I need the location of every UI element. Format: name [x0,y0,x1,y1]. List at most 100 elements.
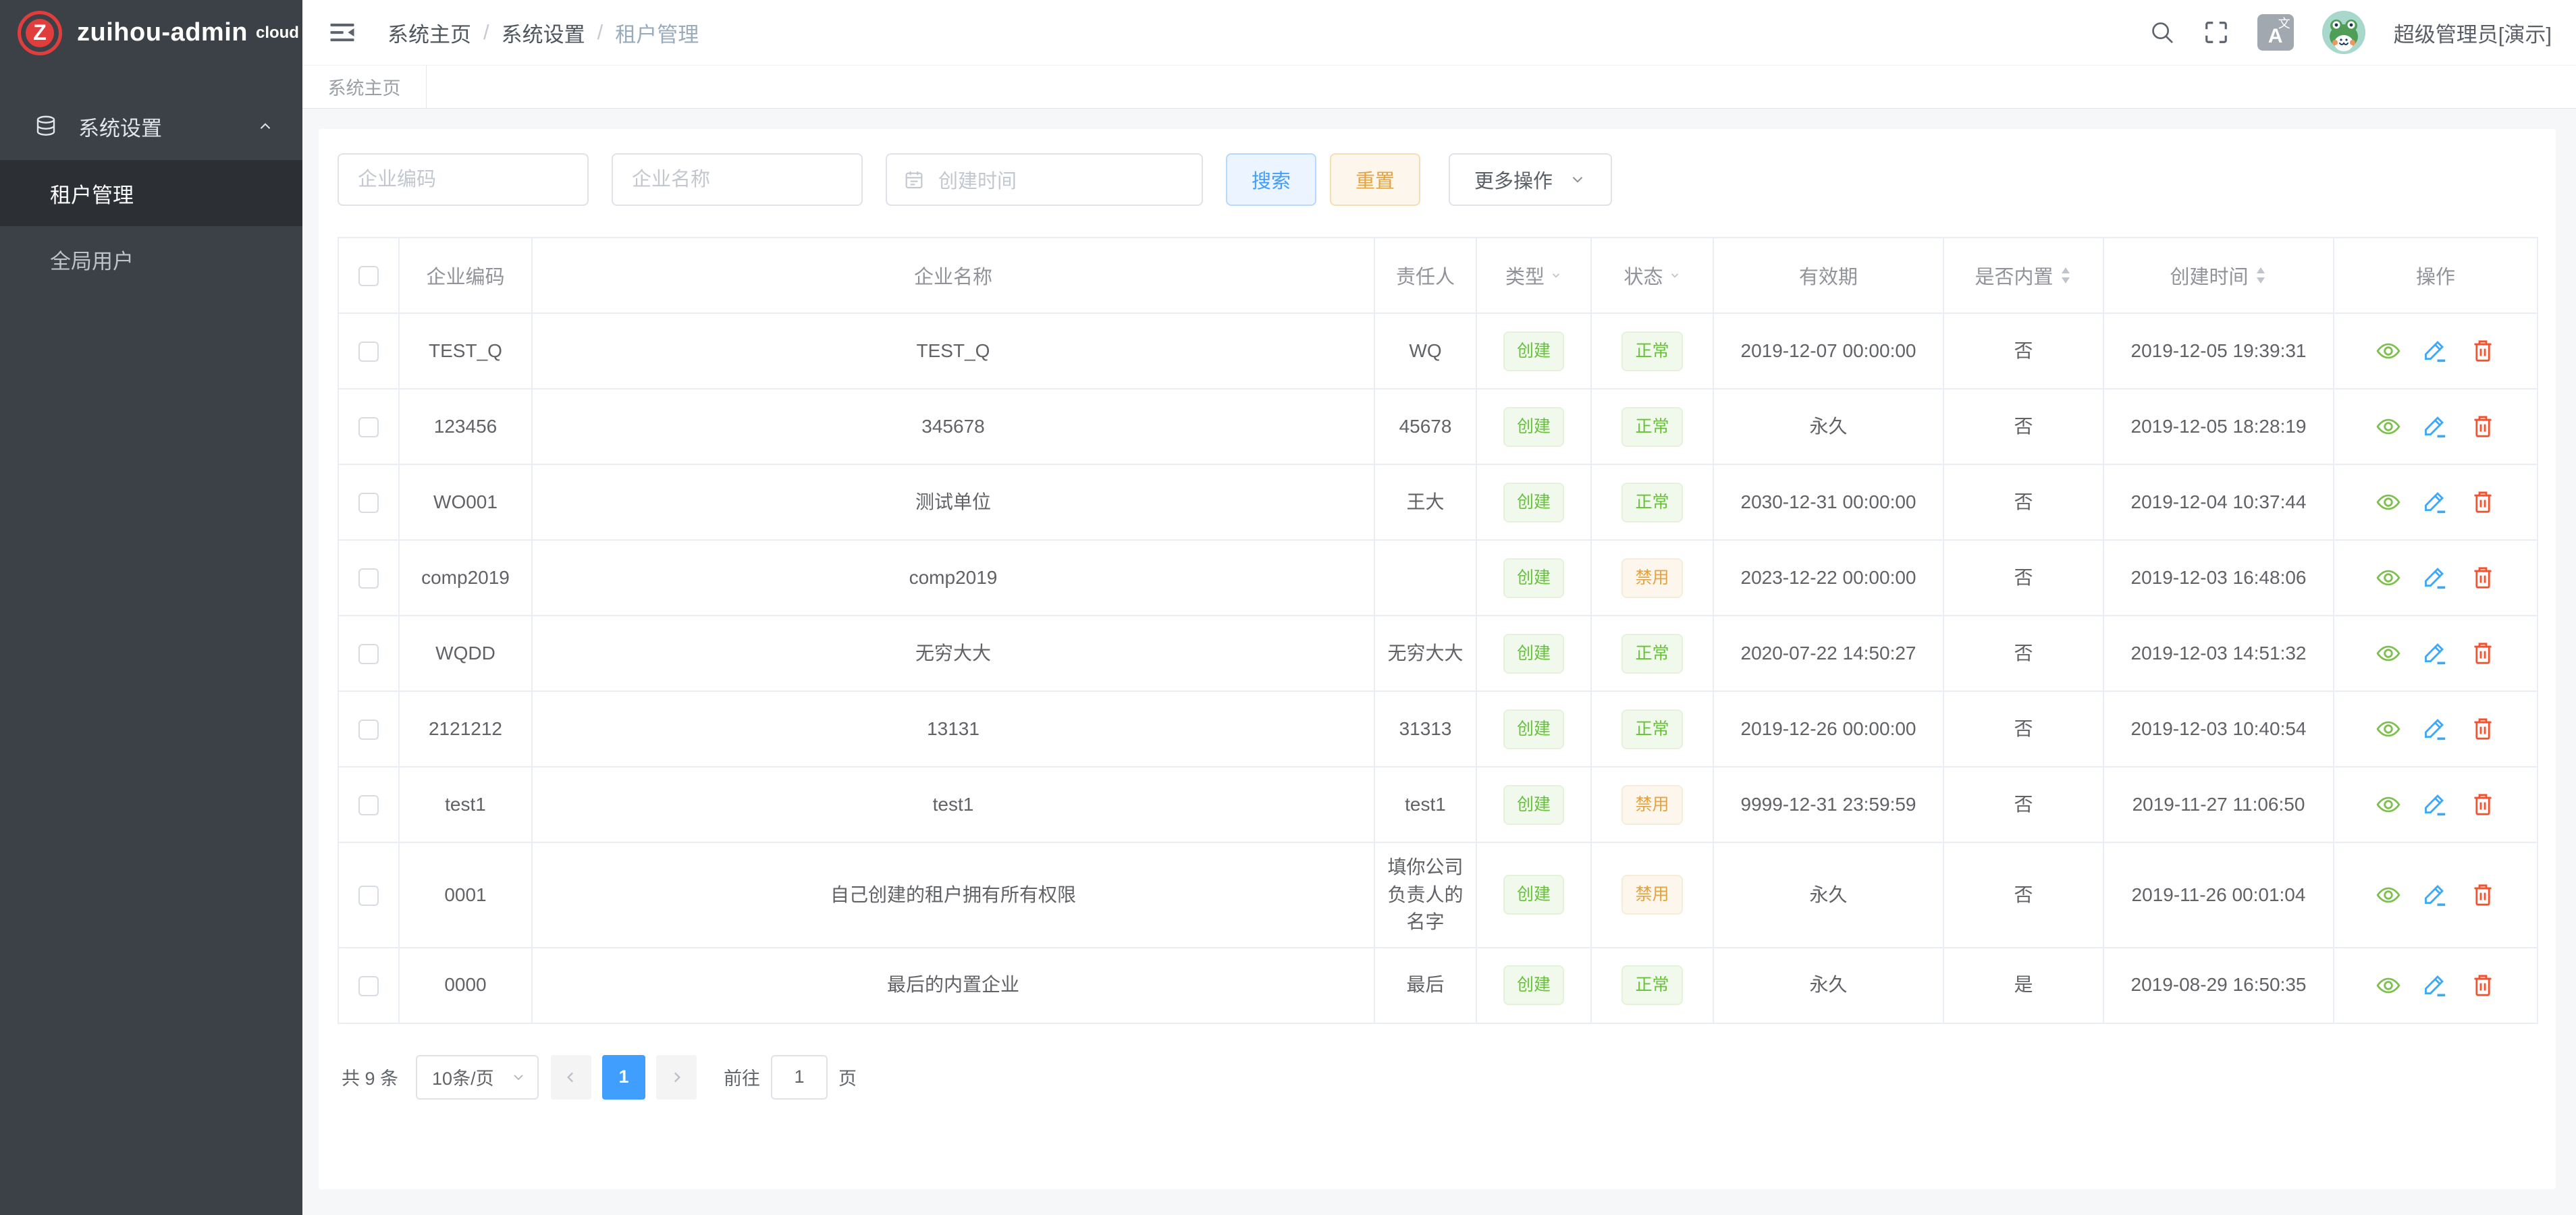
view-icon[interactable] [2375,882,2402,909]
tab-system-home[interactable]: 系统主页 [302,65,427,108]
app-logo[interactable]: Z zuihou-admin cloud [0,0,302,65]
cell-company-name: 13131 [532,691,1374,767]
more-actions-button[interactable]: 更多操作 [1449,153,1612,206]
search-icon[interactable] [2149,20,2175,45]
goto-label: 前往 [724,1064,760,1090]
tenant-table: 企业编码 企业名称 责任人 类型 状态 有效期 [338,237,2538,1024]
page-size-value: 10条/页 [432,1064,494,1090]
delete-icon[interactable] [2469,489,2496,516]
edit-icon[interactable] [2422,972,2449,999]
view-icon[interactable] [2375,489,2402,516]
row-select-cell[interactable] [338,464,399,540]
created-time-picker[interactable]: 创建时间 [886,153,1203,206]
delete-icon[interactable] [2469,716,2496,742]
row-select-cell[interactable] [338,616,399,691]
goto-page-input[interactable] [771,1055,828,1100]
view-icon[interactable] [2375,791,2402,818]
collapse-sidebar-icon[interactable] [328,18,356,47]
delete-icon[interactable] [2469,640,2496,667]
view-icon[interactable] [2375,413,2402,440]
cell-actions [2334,948,2538,1023]
delete-icon[interactable] [2469,882,2496,909]
cell-company-code: 123456 [399,389,532,464]
avatar[interactable] [2322,11,2365,54]
row-checkbox[interactable] [358,886,379,906]
edit-icon[interactable] [2422,564,2449,591]
edit-icon[interactable] [2422,716,2449,742]
row-checkbox[interactable] [358,417,379,437]
header-type[interactable]: 类型 [1476,238,1591,313]
current-user-name[interactable]: 超级管理员[演示] [2394,18,2552,48]
sidebar-group-system-settings[interactable]: 系统设置 [0,92,302,160]
cell-owner: 王大 [1374,464,1476,540]
cell-builtin: 否 [1943,464,2103,540]
row-checkbox[interactable] [358,976,379,996]
search-button[interactable]: 搜索 [1226,153,1316,206]
row-select-cell[interactable] [338,389,399,464]
edit-icon[interactable] [2422,489,2449,516]
type-badge: 创建 [1503,407,1564,447]
total-count: 共 9 条 [342,1064,398,1090]
edit-icon[interactable] [2422,882,2449,909]
delete-icon[interactable] [2469,564,2496,591]
more-actions-label: 更多操作 [1474,165,1553,194]
delete-icon[interactable] [2469,972,2496,999]
cell-created-time: 2019-12-04 10:37:44 [2103,464,2334,540]
row-checkbox[interactable] [358,644,379,664]
sidebar-item-global-users[interactable]: 全局用户 [0,226,302,292]
row-checkbox[interactable] [358,568,379,589]
cell-type: 创建 [1476,948,1591,1023]
row-select-cell[interactable] [338,691,399,767]
type-badge: 创建 [1503,785,1564,825]
row-checkbox[interactable] [358,342,379,362]
delete-icon[interactable] [2469,791,2496,818]
language-switch-icon[interactable]: A 文 [2257,14,2294,51]
reset-button[interactable]: 重置 [1330,153,1420,206]
fullscreen-icon[interactable] [2203,20,2229,45]
logo-z-icon: Z [18,11,62,55]
next-page-button[interactable] [656,1055,697,1100]
row-checkbox[interactable] [358,795,379,815]
header-created-time[interactable]: 创建时间 [2103,238,2334,313]
calendar-icon [903,169,925,190]
sidebar-item-tenant-management[interactable]: 租户管理 [0,160,302,226]
view-icon[interactable] [2375,716,2402,742]
row-checkbox[interactable] [358,493,379,513]
prev-page-button[interactable] [551,1055,591,1100]
delete-icon[interactable] [2469,413,2496,440]
view-icon[interactable] [2375,972,2402,999]
cell-builtin: 否 [1943,616,2103,691]
header-builtin[interactable]: 是否内置 [1943,238,2103,313]
company-name-input[interactable] [612,153,863,206]
cell-builtin: 否 [1943,767,2103,842]
cell-company-name: 最后的内置企业 [532,948,1374,1023]
edit-icon[interactable] [2422,338,2449,364]
view-icon[interactable] [2375,564,2402,591]
view-icon[interactable] [2375,640,2402,667]
status-badge: 禁用 [1621,875,1682,915]
header-status[interactable]: 状态 [1591,238,1713,313]
edit-icon[interactable] [2422,413,2449,440]
row-select-cell[interactable] [338,540,399,616]
row-checkbox[interactable] [358,720,379,740]
cell-actions [2334,464,2538,540]
cell-company-name: 345678 [532,389,1374,464]
view-icon[interactable] [2375,338,2402,364]
select-all-checkbox[interactable] [358,266,379,286]
breadcrumb-home[interactable]: 系统主页 [387,18,471,48]
filter-arrow-icon [1669,269,1681,281]
edit-icon[interactable] [2422,640,2449,667]
edit-icon[interactable] [2422,791,2449,818]
row-select-cell[interactable] [338,948,399,1023]
row-select-cell[interactable] [338,313,399,389]
company-code-input[interactable] [338,153,589,206]
page-size-select[interactable]: 10条/页 [416,1055,539,1100]
breadcrumb-system-settings[interactable]: 系统设置 [502,18,585,48]
delete-icon[interactable] [2469,338,2496,364]
cell-builtin: 否 [1943,540,2103,616]
row-select-cell[interactable] [338,767,399,842]
page-number-1[interactable]: 1 [602,1055,645,1100]
page-unit-label: 页 [838,1064,857,1090]
header-select-all[interactable] [338,238,399,313]
row-select-cell[interactable] [338,842,399,948]
